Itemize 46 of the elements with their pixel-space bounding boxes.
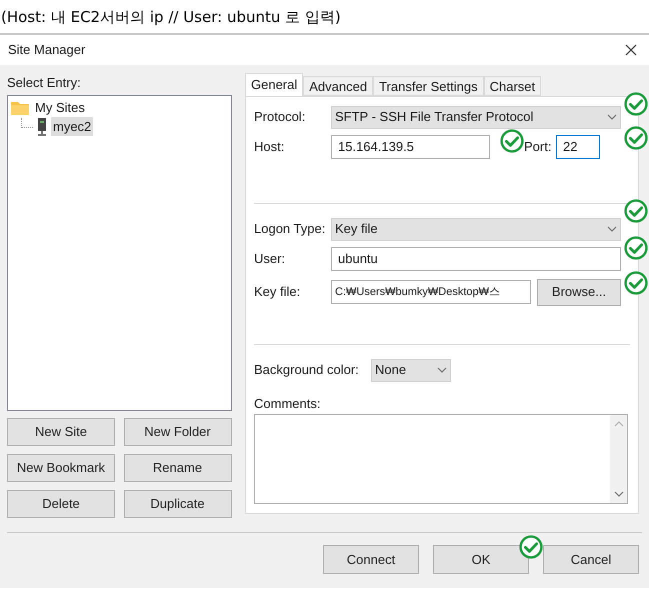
dropdown[interactable]: None	[371, 358, 451, 382]
server-icon	[37, 118, 47, 136]
scrollbar[interactable]	[610, 415, 627, 503]
tab[interactable]: Transfer Settings	[373, 76, 484, 96]
close-icon[interactable]	[625, 44, 637, 56]
text-field[interactable]: ubuntu	[331, 247, 621, 271]
tree-item[interactable]: My Sites	[33, 98, 87, 118]
caption-text: (Host: 내 EC2서버의 ip // User: ubuntu 로 입력)	[0, 7, 342, 28]
dialog-button[interactable]: Duplicate	[124, 490, 232, 518]
field-label: Host:	[254, 138, 286, 156]
dialog-button[interactable]: Delete	[7, 490, 115, 518]
tree-item[interactable]: myec2	[51, 116, 94, 136]
dropdown-caret-icon	[607, 114, 617, 120]
tab[interactable]: Charset	[484, 76, 542, 96]
dialog-button[interactable]: Cancel	[543, 545, 639, 574]
dropdown-caret-icon	[437, 367, 447, 373]
dialog-button[interactable]: New Site	[7, 418, 115, 446]
dialog-button[interactable]: OK	[433, 545, 529, 574]
panel-label: Select Entry:	[7, 74, 82, 92]
field-label: Key file:	[254, 283, 302, 302]
check-circle-icon	[500, 129, 524, 153]
dropdown[interactable]: SFTP - SSH File Transfer Protocol	[331, 106, 621, 128]
tab[interactable]: General	[245, 73, 304, 96]
text-field[interactable]: 15.164.139.5	[331, 135, 490, 159]
text-field[interactable]: C:₩Users₩bumky₩Desktop₩스	[331, 280, 531, 304]
field-label: Port:	[524, 138, 552, 156]
dialog-button[interactable]: New Folder	[124, 418, 232, 446]
check-circle-icon	[519, 535, 543, 559]
dialog-button[interactable]: Rename	[124, 454, 232, 482]
comments-field[interactable]	[254, 414, 628, 504]
scroll-down-icon	[614, 491, 624, 497]
text-field[interactable]: 22	[556, 135, 600, 159]
field-label: Background color:	[254, 361, 360, 380]
tab[interactable]: Advanced	[303, 76, 374, 96]
dropdown[interactable]: Key file	[331, 218, 621, 240]
scroll-up-icon[interactable]	[614, 421, 624, 427]
field-label: Logon Type:	[254, 220, 326, 238]
dialog-button[interactable]: Browse...	[537, 278, 621, 306]
folder-icon	[11, 100, 29, 115]
field-label: Comments:	[254, 395, 322, 413]
dialog-button[interactable]: Connect	[323, 545, 419, 574]
dropdown-caret-icon	[607, 226, 617, 232]
field-label: Protocol:	[254, 108, 306, 126]
field-label: User:	[254, 250, 286, 268]
dialog-button[interactable]: New Bookmark	[7, 454, 115, 482]
window-title: Site Manager	[8, 41, 86, 60]
